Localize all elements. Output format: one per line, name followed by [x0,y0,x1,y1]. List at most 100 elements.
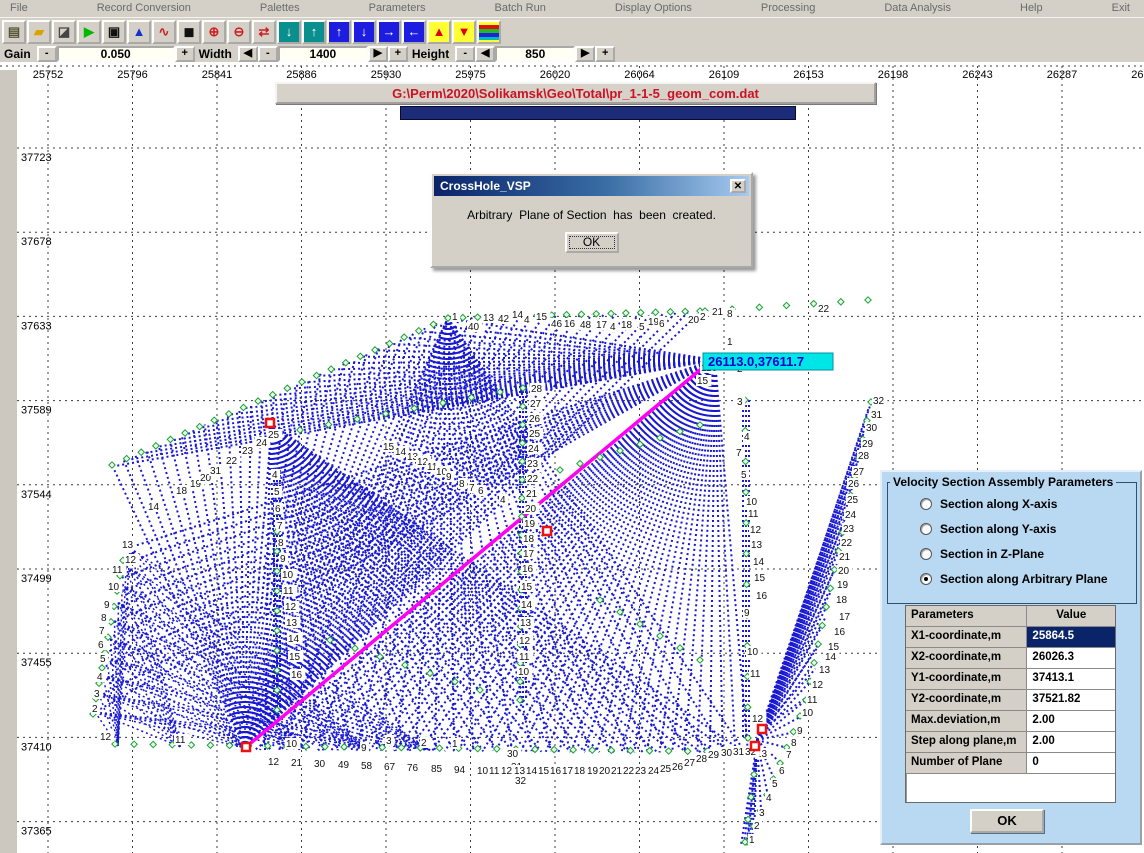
zoom-out-button[interactable]: ⊖ [227,20,251,44]
station-label: 31 [871,410,883,421]
save-import-button[interactable]: ◪ [52,20,76,44]
menu-item-processing[interactable]: Processing [761,2,815,14]
width-minus-button[interactable]: - [258,46,278,62]
dialog-title-bar[interactable]: CrossHole_VSP ✕ [434,176,749,196]
radio-option-1[interactable]: Section along X-axis [920,497,1136,511]
station-marker-icon [563,312,569,318]
param-name-cell: Number of Plane [906,753,1027,774]
close-icon[interactable]: ✕ [730,179,746,193]
station-label: 48 [580,320,592,331]
zoom-in-button[interactable]: ⊕ [202,20,226,44]
new-file-button[interactable]: ▤ [2,20,26,44]
station-marker-icon [667,309,673,315]
height-plus-button[interactable]: + [595,46,615,62]
station-label: 13 [122,540,134,551]
palette-stripes-button[interactable] [477,20,501,44]
raypath-line [672,360,715,753]
station-label: 5 [741,470,747,481]
station-label: 8 [791,738,797,749]
station-label: 27 [530,399,542,410]
down-arrow-blue-button[interactable]: ↓ [352,20,376,44]
radio-option-3[interactable]: Section in Z-Plane [920,547,1136,561]
station-label: 27 [684,758,696,769]
radio-unselected-icon[interactable] [920,498,932,510]
station-label: 10 [747,647,759,658]
gain-minus-button[interactable]: - [37,46,57,62]
left-arrow-blue-button[interactable]: ← [402,20,426,44]
height-next-button[interactable]: ▶ [575,46,595,62]
gain-value-input[interactable] [57,46,175,62]
run-button[interactable]: ▶ [77,20,101,44]
width-plus-button[interactable]: + [388,46,408,62]
parameters-table: ParametersValueX1-coordinate,m25864.5X2-… [905,605,1116,803]
swap-arrows-button[interactable]: ⇄ [252,20,276,44]
station-marker-icon [460,314,466,320]
menu-item-display-options[interactable]: Display Options [615,2,692,14]
param-value-cell[interactable]: 37521.82 [1027,690,1115,711]
menu-item-file[interactable]: File [10,2,28,14]
station-label: 30 [507,749,519,760]
station-label: 20 [838,566,850,577]
station-label: 12 [125,555,137,566]
param-value-cell[interactable]: 0 [1027,753,1115,774]
param-value-cell[interactable]: 37413.1 [1027,669,1115,690]
param-value-cell[interactable]: 2.00 [1027,711,1115,732]
station-label: 20 [525,504,537,515]
station-label: 14 [395,447,407,458]
radio-option-4[interactable]: Section along Arbitrary Plane [920,572,1136,586]
menu-item-parameters[interactable]: Parameters [369,2,426,14]
station-marker-icon [99,665,105,671]
radio-option-2[interactable]: Section along Y-axis [920,522,1136,536]
station-marker-icon [274,627,280,633]
radio-selected-icon[interactable] [920,573,932,585]
param-value-cell[interactable]: 26026.3 [1027,648,1115,669]
down-arrow-teal-button[interactable]: ↓ [277,20,301,44]
histogram-button[interactable]: ▲ [127,20,151,44]
table-row: Number of Plane0 [906,753,1115,774]
panel-ok-button[interactable]: OK [970,809,1044,833]
x-axis-tick-label: 26064 [624,69,655,81]
station-marker-icon [357,353,363,359]
save-button[interactable]: ◼ [177,20,201,44]
waveform-button[interactable]: ∿ [152,20,176,44]
dialog-ok-button[interactable]: OK [565,232,619,253]
station-label: 9 [361,743,367,754]
height-value-input[interactable] [495,46,575,62]
menu-item-palettes[interactable]: Palettes [260,2,300,14]
param-value-cell[interactable]: 25864.5 [1027,627,1115,648]
station-label: 11 [112,565,123,576]
table-row: X2-coordinate,m26026.3 [906,648,1115,669]
station-marker-icon [109,462,115,468]
save-icon: ◼ [184,25,195,38]
menu-item-record-conversion[interactable]: Record Conversion [97,2,191,14]
open-folder-button[interactable]: ▰ [27,20,51,44]
menu-item-batch-run[interactable]: Batch Run [495,2,546,14]
station-label: 22 [841,538,853,549]
menu-item-exit[interactable]: Exit [1112,2,1130,14]
table-row: X1-coordinate,m25864.5 [906,627,1115,648]
station-label: 19 [837,580,849,591]
param-name-cell: X1-coordinate,m [906,627,1027,648]
param-name-cell: X2-coordinate,m [906,648,1027,669]
triangle-up-red-button[interactable]: ▲ [427,20,451,44]
menu-item-help[interactable]: Help [1020,2,1043,14]
radio-unselected-icon[interactable] [920,523,932,535]
stop-button[interactable]: ▣ [102,20,126,44]
raypath-line [201,360,715,427]
height-minus-button[interactable]: - [455,46,475,62]
width-next-button[interactable]: ▶ [368,46,388,62]
up-arrow-teal-button[interactable]: ↑ [302,20,326,44]
station-label: 4 [97,672,103,683]
right-arrow-blue-button[interactable]: → [377,20,401,44]
radio-unselected-icon[interactable] [920,548,932,560]
width-value-input[interactable] [278,46,368,62]
station-label: 9 [797,726,803,737]
width-prev-button[interactable]: ◀ [238,46,258,62]
gain-plus-button[interactable]: + [175,46,195,62]
triangle-down-red-button[interactable]: ▼ [452,20,476,44]
menu-item-data-analysis[interactable]: Data Analysis [884,2,951,14]
station-label: 16 [834,627,846,638]
height-prev-button[interactable]: ◀ [475,46,495,62]
up-arrow-blue-button[interactable]: ↑ [327,20,351,44]
param-value-cell[interactable]: 2.00 [1027,732,1115,753]
